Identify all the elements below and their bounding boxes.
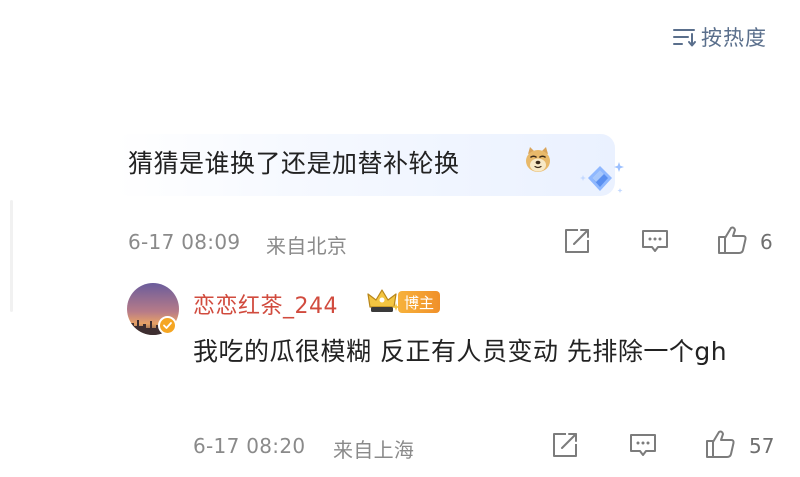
comment-location: 来自北京 — [266, 234, 348, 258]
comment-time: 6-17 08:09 — [128, 230, 241, 254]
comment-like-count: 6 — [760, 230, 773, 254]
sort-label: 按热度 — [701, 26, 767, 50]
like-thumb-icon[interactable] — [704, 428, 738, 460]
comment-text: 猜猜是谁换了还是加替补轮换 — [128, 149, 460, 178]
comment-icon[interactable] — [628, 431, 658, 459]
reply-location: 来自上海 — [333, 438, 415, 462]
crown-level-icon — [367, 289, 400, 312]
verified-badge-icon — [158, 316, 177, 335]
sort-lines-icon — [673, 29, 696, 47]
reply-like-count: 57 — [749, 434, 775, 458]
diamond-sparkle-icon — [580, 162, 624, 193]
sort-by-hot-toggle[interactable]: 按热度 — [671, 22, 767, 52]
share-icon[interactable] — [562, 227, 592, 255]
share-icon[interactable] — [550, 431, 580, 459]
reply-time: 6-17 08:20 — [193, 434, 306, 458]
scroll-edge-indicator — [10, 200, 13, 312]
like-thumb-icon[interactable] — [716, 224, 750, 256]
comment-icon[interactable] — [640, 227, 670, 255]
reply-username[interactable]: 恋恋红茶_244 — [193, 288, 338, 320]
reply-text: 我吃的瓜很模糊 反正有人员变动 先排除一个gh — [193, 337, 728, 366]
host-badge: 博主 — [398, 291, 440, 313]
doge-emoji-icon — [526, 147, 550, 172]
